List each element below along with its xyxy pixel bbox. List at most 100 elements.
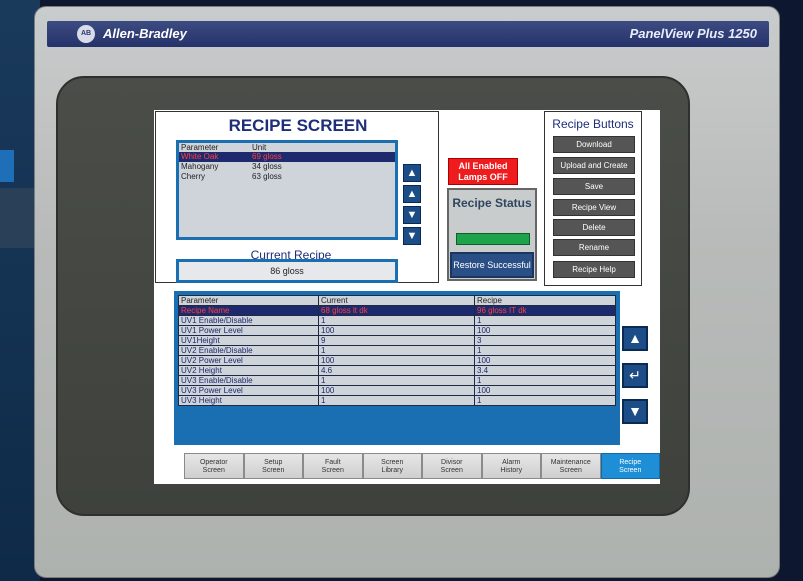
nav-label: Screen (381, 459, 404, 466)
table-row[interactable]: UV1 Enable/Disable 1 1 (178, 315, 616, 326)
restore-successful-button[interactable]: Restore Successful (450, 252, 534, 278)
cell-recipe: 3.4 (474, 365, 616, 376)
cell-parameter: UV1 Enable/Disable (178, 315, 319, 326)
hmi-screen: RECIPE SCREEN Parameter Unit White Oak 6… (154, 110, 660, 484)
nav-maintenance-screen[interactable]: Maintenance Screen (541, 453, 601, 479)
list-header-unit: Unit (252, 143, 267, 152)
recipe-list[interactable]: Parameter Unit White Oak 69 gloss Mahoga… (176, 140, 398, 240)
recipe-help-button[interactable]: Recipe Help (553, 261, 635, 278)
nav-label: Screen (619, 467, 642, 474)
list-item-unit: 63 gloss (252, 172, 282, 181)
rename-button[interactable]: Rename (553, 239, 635, 256)
nav-operator-screen[interactable]: Operator Screen (184, 453, 244, 479)
list-header-parameter: Parameter (181, 143, 219, 152)
nav-label: Library (381, 467, 403, 474)
cell-current: 4.6 (318, 365, 475, 376)
save-button[interactable]: Save (553, 178, 635, 195)
brand-bar: AB Allen-Bradley PanelView Plus 1250 (47, 21, 769, 47)
list-item-name: White Oak (181, 152, 219, 161)
cell-recipe: 1 (474, 395, 616, 406)
recipe-status-panel: Recipe Status Restore Successful (447, 188, 537, 281)
cell-parameter: UV2 Power Level (178, 355, 319, 366)
arrow-up-icon[interactable]: ▲ (622, 326, 648, 351)
lamp-status-indicator: All Enabled Lamps OFF (448, 158, 518, 185)
cell-current: 1 (318, 315, 475, 326)
table-row[interactable]: UV2 Enable/Disable 1 1 (178, 345, 616, 356)
table-row[interactable]: Recipe Name 68 gloss lt dk 96 gloss IT d… (178, 305, 616, 316)
nav-label: Screen (262, 467, 285, 474)
nav-fault-screen[interactable]: Fault Screen (303, 453, 363, 479)
list-scroll-buttons: ▲ ▲ ▼ ▼ (403, 164, 421, 248)
recipe-buttons-title: Recipe Buttons (552, 117, 634, 131)
table-row[interactable]: UV3 Enable/Disable 1 1 (178, 375, 616, 386)
cell-recipe: 96 gloss IT dk (474, 305, 616, 316)
page-up-icon[interactable]: ▲ (403, 164, 421, 182)
download-button[interactable]: Download (553, 136, 635, 153)
cell-current: 9 (318, 335, 475, 346)
parameter-table: Parameter Current Recipe Recipe Name 68 … (178, 295, 616, 406)
list-item-unit: 69 gloss (252, 152, 282, 161)
cell-current: 100 (318, 385, 475, 396)
nav-setup-screen[interactable]: Setup Screen (243, 453, 303, 479)
recipe-view-button[interactable]: Recipe View (553, 199, 635, 216)
cell-recipe: 100 (474, 385, 616, 396)
recipe-panel: RECIPE SCREEN Parameter Unit White Oak 6… (155, 111, 439, 283)
nav-label: Screen (559, 467, 582, 474)
list-item[interactable]: White Oak 69 gloss (179, 152, 395, 162)
table-row[interactable]: UV2 Power Level 100 100 (178, 355, 616, 366)
list-item-name: Mahogany (181, 162, 219, 171)
nav-screen-library[interactable]: Screen Library (362, 453, 422, 479)
cell-recipe: 1 (474, 315, 616, 326)
nav-label: Operator (199, 459, 228, 466)
allen-bradley-logo-icon: AB (77, 25, 95, 43)
page-title: RECIPE SCREEN (228, 116, 368, 135)
nav-label: Setup (264, 459, 283, 466)
table-row[interactable]: UV1 Power Level 100 100 (178, 325, 616, 336)
status-bar-indicator (456, 233, 530, 245)
cell-current: 68 gloss lt dk (318, 305, 475, 316)
recipe-data-table: Parameter Current Recipe Recipe Name 68 … (174, 291, 620, 445)
delete-button[interactable]: Delete (553, 219, 635, 236)
table-row[interactable]: UV2 Height 4.6 3.4 (178, 365, 616, 376)
nav-label: Divisor (441, 459, 463, 466)
model-name: PanelView Plus 1250 (629, 26, 757, 41)
upload-create-button[interactable]: Upload and Create (553, 157, 635, 174)
table-row[interactable]: UV3 Height 1 1 (178, 395, 616, 406)
enter-icon[interactable]: ↵ (622, 363, 648, 388)
cell-parameter: UV3 Height (178, 395, 319, 406)
table-row[interactable]: UV1Height 9 3 (178, 335, 616, 346)
nav-label: Maintenance (550, 459, 591, 466)
cell-recipe: 1 (474, 345, 616, 356)
recipe-status-title: Recipe Status (452, 196, 532, 210)
list-item-name: Cherry (181, 172, 206, 181)
screen-navigation-bar: Operator Screen Setup Screen Fault Screen S… (184, 453, 660, 479)
cell-parameter: Recipe Name (178, 305, 319, 316)
list-item-unit: 34 gloss (252, 162, 282, 171)
nav-label: History (500, 467, 523, 474)
nav-recipe-screen[interactable]: Recipe Screen (600, 453, 660, 479)
cell-current: 100 (318, 355, 475, 366)
line-up-icon[interactable]: ▲ (403, 185, 421, 203)
page-down-icon[interactable]: ▼ (403, 227, 421, 245)
table-header-row: Parameter Current Recipe (178, 295, 616, 306)
nav-label: Fault (324, 459, 341, 466)
nav-label: Recipe (619, 459, 642, 466)
cell-parameter: UV3 Enable/Disable (178, 375, 319, 386)
cell-recipe: 3 (474, 335, 616, 346)
table-row[interactable]: UV3 Power Level 100 100 (178, 385, 616, 396)
cell-parameter: UV1Height (178, 335, 319, 346)
cell-parameter: UV3 Power Level (178, 385, 319, 396)
nav-alarm-history[interactable]: Alarm History (481, 453, 541, 479)
header-recipe: Recipe (474, 295, 616, 306)
nav-divisor-screen[interactable]: Divisor Screen (422, 453, 482, 479)
line-down-icon[interactable]: ▼ (403, 206, 421, 224)
cell-current: 100 (318, 325, 475, 336)
list-item[interactable]: Mahogany 34 gloss (179, 162, 395, 172)
cell-parameter: UV2 Enable/Disable (178, 345, 319, 356)
nav-label: Screen (321, 467, 344, 474)
cell-current: 1 (318, 345, 475, 356)
list-item[interactable]: Cherry 63 gloss (179, 172, 395, 182)
arrow-down-icon[interactable]: ▼ (622, 399, 648, 424)
nav-label: Screen (440, 467, 463, 474)
cell-recipe: 100 (474, 355, 616, 366)
